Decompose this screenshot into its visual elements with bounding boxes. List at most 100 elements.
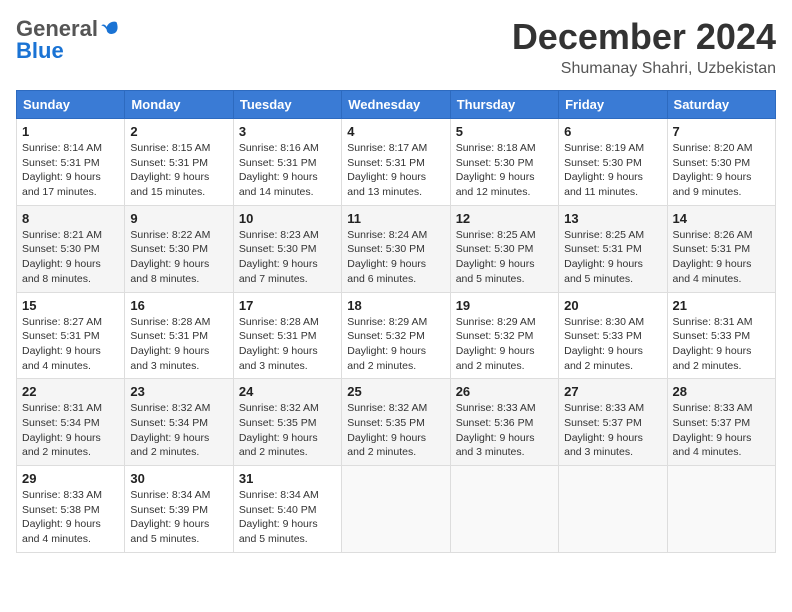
calendar-cell: 22Sunrise: 8:31 AMSunset: 5:34 PMDayligh… — [17, 379, 125, 466]
calendar-cell: 24 Sunrise: 8:32 AMSunset: 5:35 PMDayligh… — [233, 379, 341, 466]
page-header: General Blue December 2024 Shumanay Shah… — [16, 16, 776, 78]
calendar-cell: 26Sunrise: 8:33 AMSunset: 5:36 PMDayligh… — [450, 379, 558, 466]
day-info: Sunrise: 8:32 AMSunset: 5:35 PMDaylight:… — [347, 401, 444, 460]
calendar-cell: 6 Sunrise: 8:19 AMSunset: 5:30 PMDaylight… — [559, 119, 667, 206]
day-number: 27 — [564, 384, 661, 399]
day-number: 26 — [456, 384, 553, 399]
day-number: 3 — [239, 124, 336, 139]
day-info: Sunrise: 8:31 AMSunset: 5:33 PMDaylight:… — [673, 315, 770, 374]
calendar-day-header: Tuesday — [233, 91, 341, 119]
day-info: Sunrise: 8:17 AMSunset: 5:31 PMDaylight:… — [347, 141, 444, 200]
calendar-cell: 10 Sunrise: 8:23 AMSunset: 5:30 PMDayligh… — [233, 205, 341, 292]
day-number: 2 — [130, 124, 227, 139]
day-info: Sunrise: 8:28 AMSunset: 5:31 PMDaylight:… — [130, 315, 227, 374]
month-title: December 2024 — [512, 16, 776, 58]
calendar-cell: 31 Sunrise: 8:34 AMSunset: 5:40 PMDayligh… — [233, 466, 341, 553]
day-number: 29 — [22, 471, 119, 486]
day-number: 8 — [22, 211, 119, 226]
day-info: Sunrise: 8:25 AMSunset: 5:31 PMDaylight:… — [564, 228, 661, 287]
day-number: 24 — [239, 384, 336, 399]
location-subtitle: Shumanay Shahri, Uzbekistan — [512, 60, 776, 78]
day-info: Sunrise: 8:14 AMSunset: 5:31 PMDaylight:… — [22, 141, 119, 200]
calendar-cell — [559, 466, 667, 553]
day-info: Sunrise: 8:34 AMSunset: 5:40 PMDaylight:… — [239, 488, 336, 547]
calendar-cell — [342, 466, 450, 553]
day-info: Sunrise: 8:21 AMSunset: 5:30 PMDaylight:… — [22, 228, 119, 287]
day-number: 6 — [564, 124, 661, 139]
calendar-cell: 11Sunrise: 8:24 AMSunset: 5:30 PMDayligh… — [342, 205, 450, 292]
day-info: Sunrise: 8:32 AMSunset: 5:34 PMDaylight:… — [130, 401, 227, 460]
day-info: Sunrise: 8:29 AMSunset: 5:32 PMDaylight:… — [456, 315, 553, 374]
day-number: 28 — [673, 384, 770, 399]
day-number: 31 — [239, 471, 336, 486]
day-info: Sunrise: 8:27 AMSunset: 5:31 PMDaylight:… — [22, 315, 119, 374]
day-number: 10 — [239, 211, 336, 226]
calendar-cell: 18 Sunrise: 8:29 AMSunset: 5:32 PMDayligh… — [342, 292, 450, 379]
calendar-day-header: Friday — [559, 91, 667, 119]
calendar-cell: 3Sunrise: 8:16 AMSunset: 5:31 PMDaylight… — [233, 119, 341, 206]
title-area: December 2024 Shumanay Shahri, Uzbekista… — [512, 16, 776, 78]
day-number: 5 — [456, 124, 553, 139]
day-number: 4 — [347, 124, 444, 139]
calendar-week-row: 8 Sunrise: 8:21 AMSunset: 5:30 PMDaylight… — [17, 205, 776, 292]
day-number: 9 — [130, 211, 227, 226]
calendar-cell — [667, 466, 775, 553]
day-info: Sunrise: 8:34 AMSunset: 5:39 PMDaylight:… — [130, 488, 227, 547]
day-info: Sunrise: 8:31 AMSunset: 5:34 PMDaylight:… — [22, 401, 119, 460]
day-info: Sunrise: 8:29 AMSunset: 5:32 PMDaylight:… — [347, 315, 444, 374]
calendar-week-row: 15 Sunrise: 8:27 AMSunset: 5:31 PMDayligh… — [17, 292, 776, 379]
day-info: Sunrise: 8:18 AMSunset: 5:30 PMDaylight:… — [456, 141, 553, 200]
day-info: Sunrise: 8:33 AMSunset: 5:37 PMDaylight:… — [673, 401, 770, 460]
logo: General Blue — [16, 16, 120, 64]
calendar-week-row: 1 Sunrise: 8:14 AMSunset: 5:31 PMDaylight… — [17, 119, 776, 206]
day-info: Sunrise: 8:32 AMSunset: 5:35 PMDaylight:… — [239, 401, 336, 460]
calendar-cell: 21 Sunrise: 8:31 AMSunset: 5:33 PMDayligh… — [667, 292, 775, 379]
day-info: Sunrise: 8:15 AMSunset: 5:31 PMDaylight:… — [130, 141, 227, 200]
calendar-header-row: SundayMondayTuesdayWednesdayThursdayFrid… — [17, 91, 776, 119]
calendar-week-row: 29Sunrise: 8:33 AMSunset: 5:38 PMDayligh… — [17, 466, 776, 553]
day-number: 1 — [22, 124, 119, 139]
day-number: 19 — [456, 298, 553, 313]
calendar-table: SundayMondayTuesdayWednesdayThursdayFrid… — [16, 90, 776, 553]
day-number: 12 — [456, 211, 553, 226]
calendar-day-header: Sunday — [17, 91, 125, 119]
day-number: 18 — [347, 298, 444, 313]
calendar-cell: 28 Sunrise: 8:33 AMSunset: 5:37 PMDayligh… — [667, 379, 775, 466]
day-number: 17 — [239, 298, 336, 313]
calendar-cell: 20 Sunrise: 8:30 AMSunset: 5:33 PMDayligh… — [559, 292, 667, 379]
day-number: 16 — [130, 298, 227, 313]
calendar-cell: 13Sunrise: 8:25 AMSunset: 5:31 PMDayligh… — [559, 205, 667, 292]
day-info: Sunrise: 8:25 AMSunset: 5:30 PMDaylight:… — [456, 228, 553, 287]
calendar-cell: 15 Sunrise: 8:27 AMSunset: 5:31 PMDayligh… — [17, 292, 125, 379]
calendar-cell: 25Sunrise: 8:32 AMSunset: 5:35 PMDayligh… — [342, 379, 450, 466]
calendar-cell — [450, 466, 558, 553]
day-number: 21 — [673, 298, 770, 313]
calendar-cell: 19 Sunrise: 8:29 AMSunset: 5:32 PMDayligh… — [450, 292, 558, 379]
day-info: Sunrise: 8:28 AMSunset: 5:31 PMDaylight:… — [239, 315, 336, 374]
day-info: Sunrise: 8:20 AMSunset: 5:30 PMDaylight:… — [673, 141, 770, 200]
calendar-cell: 5 Sunrise: 8:18 AMSunset: 5:30 PMDaylight… — [450, 119, 558, 206]
day-info: Sunrise: 8:19 AMSunset: 5:30 PMDaylight:… — [564, 141, 661, 200]
calendar-cell: 30 Sunrise: 8:34 AMSunset: 5:39 PMDayligh… — [125, 466, 233, 553]
calendar-cell: 14 Sunrise: 8:26 AMSunset: 5:31 PMDayligh… — [667, 205, 775, 292]
day-number: 20 — [564, 298, 661, 313]
day-info: Sunrise: 8:30 AMSunset: 5:33 PMDaylight:… — [564, 315, 661, 374]
calendar-cell: 4 Sunrise: 8:17 AMSunset: 5:31 PMDaylight… — [342, 119, 450, 206]
calendar-cell: 17 Sunrise: 8:28 AMSunset: 5:31 PMDayligh… — [233, 292, 341, 379]
day-number: 30 — [130, 471, 227, 486]
day-number: 14 — [673, 211, 770, 226]
day-number: 15 — [22, 298, 119, 313]
day-info: Sunrise: 8:26 AMSunset: 5:31 PMDaylight:… — [673, 228, 770, 287]
day-info: Sunrise: 8:33 AMSunset: 5:37 PMDaylight:… — [564, 401, 661, 460]
day-info: Sunrise: 8:22 AMSunset: 5:30 PMDaylight:… — [130, 228, 227, 287]
calendar-cell: 2 Sunrise: 8:15 AMSunset: 5:31 PMDaylight… — [125, 119, 233, 206]
calendar-week-row: 22Sunrise: 8:31 AMSunset: 5:34 PMDayligh… — [17, 379, 776, 466]
calendar-cell: 23Sunrise: 8:32 AMSunset: 5:34 PMDayligh… — [125, 379, 233, 466]
day-info: Sunrise: 8:23 AMSunset: 5:30 PMDaylight:… — [239, 228, 336, 287]
calendar-cell: 7Sunrise: 8:20 AMSunset: 5:30 PMDaylight… — [667, 119, 775, 206]
calendar-cell: 9 Sunrise: 8:22 AMSunset: 5:30 PMDaylight… — [125, 205, 233, 292]
calendar-cell: 27 Sunrise: 8:33 AMSunset: 5:37 PMDayligh… — [559, 379, 667, 466]
calendar-cell: 16 Sunrise: 8:28 AMSunset: 5:31 PMDayligh… — [125, 292, 233, 379]
calendar-day-header: Thursday — [450, 91, 558, 119]
calendar-cell: 29Sunrise: 8:33 AMSunset: 5:38 PMDayligh… — [17, 466, 125, 553]
